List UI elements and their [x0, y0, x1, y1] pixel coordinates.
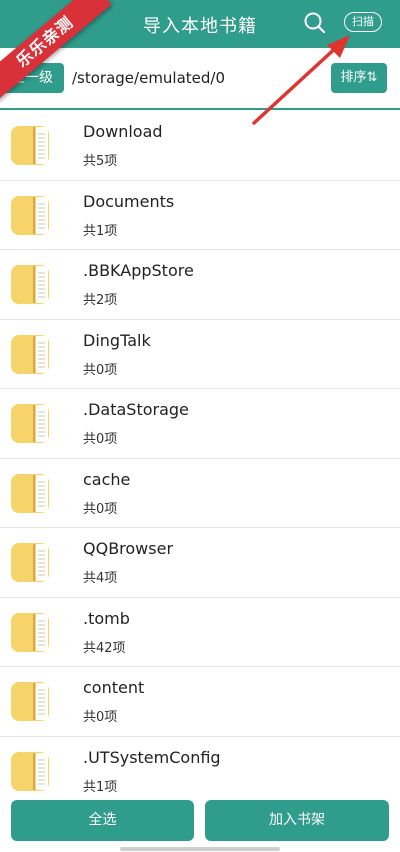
folder-name: cache [83, 469, 131, 489]
folder-item-count: 共0项 [83, 432, 118, 447]
folder-item-count: 共0项 [83, 501, 118, 517]
list-item[interactable]: .DataStorage 共0项 [0, 389, 400, 459]
folder-icon [11, 751, 49, 791]
list-item[interactable]: .BBKAppStore 共2项 [0, 250, 400, 320]
folder-item-count: 共5项 [83, 154, 118, 169]
folder-icon [11, 265, 49, 304]
folder-item-count: 共0项 [83, 362, 118, 378]
search-icon [304, 12, 326, 34]
add-to-bookshelf-button[interactable]: 加入书架 [205, 800, 389, 841]
list-item[interactable]: cache 共0项 [0, 458, 400, 528]
search-button[interactable] [302, 10, 328, 36]
folder-name: DingTalk [83, 330, 151, 350]
folder-icon [11, 612, 49, 652]
folder-item-count: 共42项 [83, 640, 126, 656]
current-path: /storage/emulated/0 [72, 69, 226, 87]
scan-button[interactable]: 扫描 [344, 12, 382, 32]
list-item[interactable]: QQBrowser 共4项 [0, 528, 400, 598]
folder-item-count: 共4项 [83, 571, 118, 586]
folder-item-count: 共1项 [83, 223, 118, 239]
folder-name: .tomb [83, 608, 130, 628]
folder-name: Download [83, 122, 163, 141]
home-indicator[interactable] [120, 847, 280, 851]
list-item[interactable]: .tomb 共42项 [0, 597, 400, 667]
select-all-button[interactable]: 全选 [11, 800, 194, 841]
folder-item-count: 共2项 [83, 293, 118, 308]
folder-name: .UTSystemConfig [83, 747, 221, 767]
list-item[interactable]: Documents 共1项 [0, 180, 400, 250]
sort-button[interactable]: 排序⇅ [331, 63, 387, 93]
folder-name: content [83, 678, 145, 697]
bottom-action-bar: 全选 加入书架 [0, 792, 400, 852]
folder-icon [11, 404, 49, 443]
list-item[interactable]: Download 共5项 [0, 111, 400, 181]
folder-item-count: 共0项 [83, 710, 118, 725]
list-item[interactable]: DingTalk 共0项 [0, 319, 400, 389]
folder-list: Download 共5项 Documents 共1项 .BBKAppStore 共2项 Di… [0, 111, 400, 806]
folder-name: QQBrowser [83, 539, 174, 558]
folder-name: .BBKAppStore [83, 261, 194, 280]
list-item[interactable]: content 共0项 [0, 667, 400, 737]
folder-icon [11, 334, 49, 374]
folder-icon [11, 126, 49, 165]
folder-icon [11, 682, 49, 721]
folder-icon [11, 473, 49, 513]
folder-name: .DataStorage [83, 400, 189, 419]
folder-icon [11, 543, 49, 582]
folder-icon [11, 195, 49, 235]
folder-name: Documents [83, 191, 175, 211]
